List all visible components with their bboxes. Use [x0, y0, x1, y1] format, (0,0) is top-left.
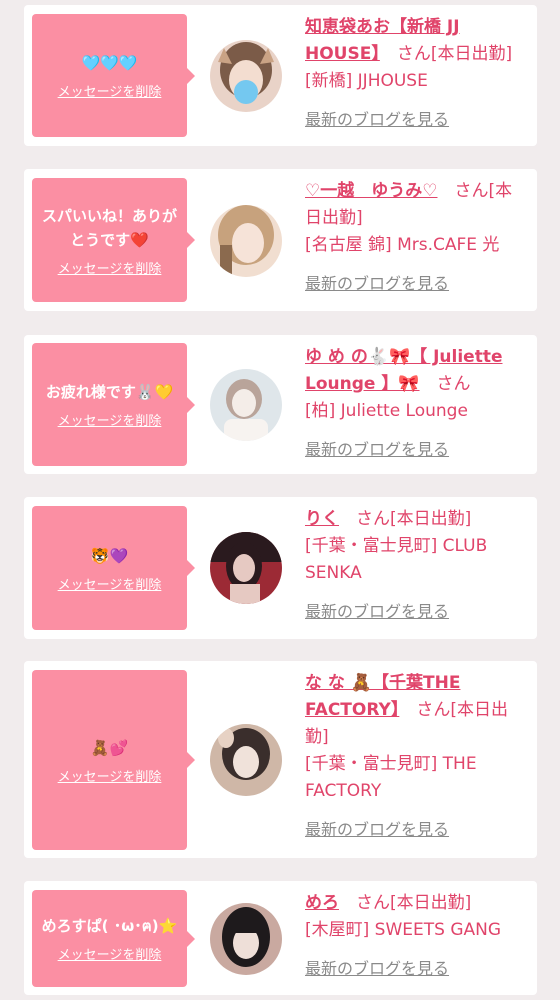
message-card: スパいいね！ありがとうです❤️ メッセージを削除 ♡一越 ゆうみ♡ さん[本日出… — [24, 169, 537, 311]
delete-message-link[interactable]: メッセージを削除 — [58, 81, 162, 100]
cast-info: ゆ め の🐇🎀【 Juliette Lounge 】🎀 さん [柏] Julie… — [305, 344, 527, 463]
avatar-photo — [210, 903, 282, 975]
message-text: めろすぱ( ･ω･ฅ)⭐️ — [41, 917, 178, 935]
san-suffix: さん — [396, 44, 431, 64]
san-suffix: さん — [416, 700, 451, 720]
avatar[interactable] — [210, 369, 282, 441]
message-card: めろすぱ( ･ω･ฅ)⭐️ メッセージを削除 めろ さん[本日出勤] [木屋町]… — [24, 881, 537, 995]
message-bubble: 🐯💜 メッセージを削除 — [32, 506, 195, 630]
cast-info: ♡一越 ゆうみ♡ さん[本日出勤] [名古屋 錦] Mrs.CAFE 光 最新の… — [305, 178, 527, 297]
san-suffix: さん — [454, 181, 489, 201]
message-text: スパいいね！ありがとうです❤️ — [41, 206, 177, 249]
delete-message-link[interactable]: メッセージを削除 — [58, 258, 162, 277]
message-text: 🩵🩵🩵 — [81, 54, 138, 72]
message-bubble: スパいいね！ありがとうです❤️ メッセージを削除 — [32, 178, 195, 302]
message-bubble: お疲れ様です🐰💛 メッセージを削除 — [32, 343, 195, 466]
delete-message-link[interactable]: メッセージを削除 — [58, 944, 162, 963]
cast-info: 知恵袋あお【新橋 JJ HOUSE】 さん[本日出勤] [新橋] JJHOUSE… — [305, 14, 527, 133]
avatar[interactable] — [210, 205, 282, 277]
message-card: 🧸💕 メッセージを削除 な な 🧸【千葉THE FACTORY】 さん[本日出勤… — [24, 661, 537, 858]
shop-text: [柏] Juliette Lounge — [305, 401, 468, 421]
avatar-photo — [210, 40, 282, 112]
message-text: お疲れ様です🐰💛 — [45, 383, 174, 401]
cast-name-link[interactable]: めろ — [305, 893, 339, 913]
message-text: 🐯💜 — [90, 546, 129, 565]
message-card: お疲れ様です🐰💛 メッセージを削除 ゆ め の🐇🎀【 Juliette Loun… — [24, 335, 537, 474]
san-suffix: さん — [436, 374, 471, 394]
avatar-photo — [210, 369, 282, 441]
shop-text: [木屋町] SWEETS GANG — [305, 920, 502, 940]
message-card: 🩵🩵🩵 メッセージを削除 知恵袋あお【新橋 JJ HOUSE】 さん[本日出勤]… — [24, 5, 537, 146]
delete-message-link[interactable]: メッセージを削除 — [58, 766, 162, 785]
cast-info: めろ さん[本日出勤] [木屋町] SWEETS GANG 最新のブログを見る — [305, 890, 527, 982]
avatar[interactable] — [210, 532, 282, 604]
avatar[interactable] — [210, 903, 282, 975]
shop-text: [名古屋 錦] Mrs.CAFE 光 — [305, 235, 500, 255]
avatar[interactable] — [210, 724, 282, 796]
avatar-photo — [210, 205, 282, 277]
shop-text: [新橋] JJHOUSE — [305, 71, 428, 91]
latest-blog-link[interactable]: 最新のブログを見る — [305, 270, 527, 297]
message-card: 🐯💜 メッセージを削除 りく さん[本日出勤] [千葉・富士見町] CLUB S… — [24, 497, 537, 639]
avatar-photo — [210, 724, 282, 796]
cast-name-link[interactable]: ♡一越 ゆうみ♡ — [305, 181, 437, 201]
cast-info: りく さん[本日出勤] [千葉・富士見町] CLUB SENKA 最新のブログを… — [305, 506, 527, 625]
avatar-photo — [210, 532, 282, 604]
message-text: 🧸💕 — [90, 738, 129, 757]
san-suffix: さん — [356, 509, 390, 529]
avatar[interactable] — [210, 40, 282, 112]
message-bubble: めろすぱ( ･ω･ฅ)⭐️ メッセージを削除 — [32, 890, 195, 987]
shop-text: [千葉・富士見町] CLUB SENKA — [305, 536, 488, 583]
status-text: [本日出勤] — [390, 893, 472, 913]
san-suffix: さん — [356, 893, 390, 913]
shop-text: [千葉・富士見町] THE FACTORY — [305, 754, 477, 801]
message-bubble: 🩵🩵🩵 メッセージを削除 — [32, 14, 195, 137]
latest-blog-link[interactable]: 最新のブログを見る — [305, 816, 527, 843]
cast-name-link[interactable]: りく — [305, 509, 339, 529]
delete-message-link[interactable]: メッセージを削除 — [58, 410, 162, 429]
latest-blog-link[interactable]: 最新のブログを見る — [305, 598, 527, 625]
latest-blog-link[interactable]: 最新のブログを見る — [305, 955, 527, 982]
delete-message-link[interactable]: メッセージを削除 — [58, 574, 162, 593]
status-text: [本日出勤] — [390, 509, 472, 529]
latest-blog-link[interactable]: 最新のブログを見る — [305, 436, 527, 463]
cast-name-link[interactable]: ゆ め の🐇🎀【 Juliette Lounge 】🎀 — [305, 347, 502, 394]
latest-blog-link[interactable]: 最新のブログを見る — [305, 106, 527, 133]
message-bubble: 🧸💕 メッセージを削除 — [32, 670, 195, 850]
cast-info: な な 🧸【千葉THE FACTORY】 さん[本日出勤] [千葉・富士見町] … — [305, 670, 527, 843]
status-text: [本日出勤] — [430, 44, 513, 64]
